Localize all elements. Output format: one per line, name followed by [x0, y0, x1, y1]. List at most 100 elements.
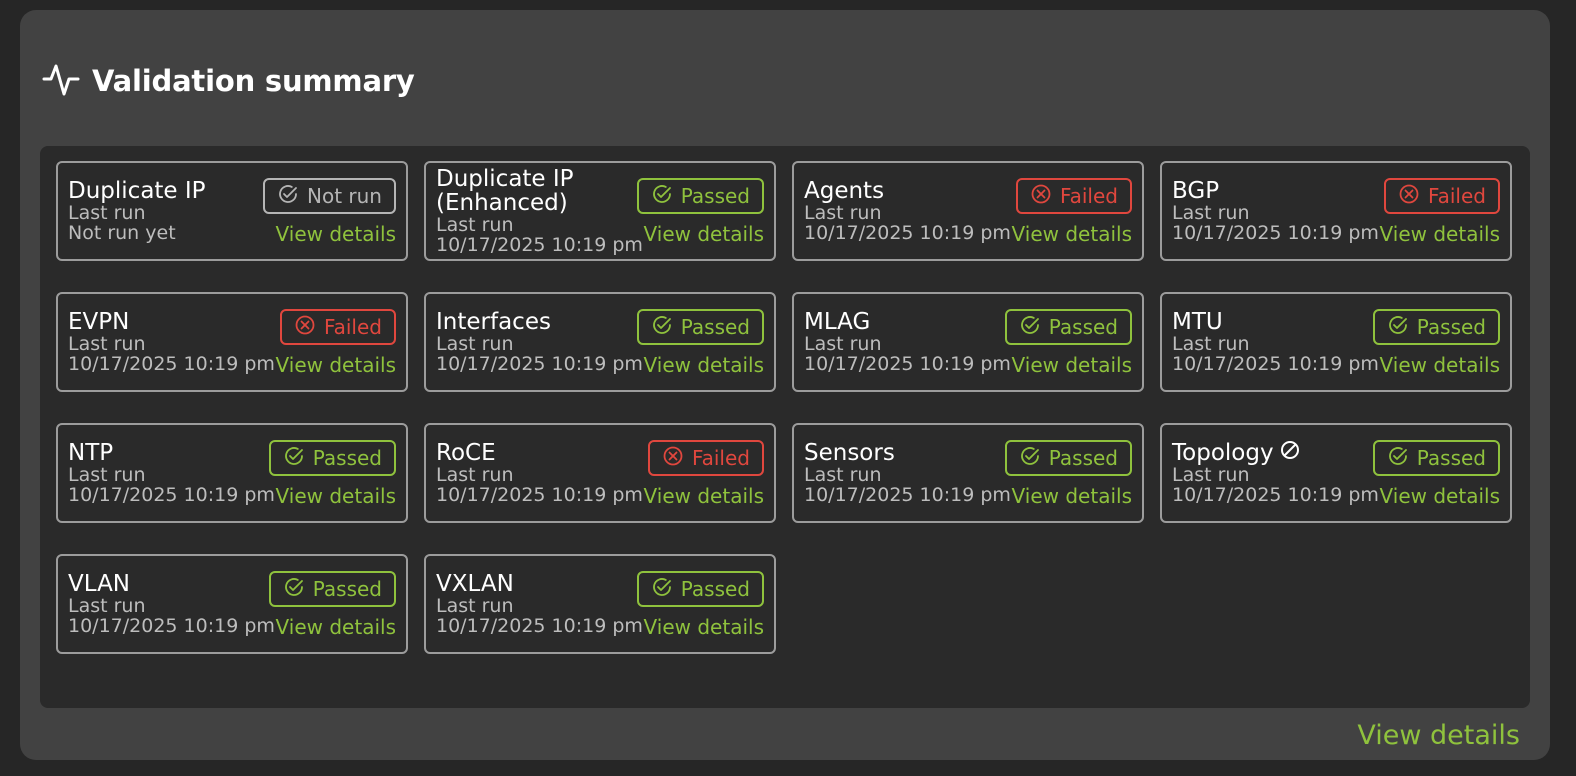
validation-name: EVPN: [68, 310, 268, 334]
validation-card-topology: Topology Last run 10/17/2025 10:19 pm Pa…: [1160, 423, 1512, 523]
last-run-time: 10/17/2025 10:19 pm: [436, 234, 643, 256]
last-run-time: 10/17/2025 10:19 pm: [68, 615, 275, 637]
check-circle-icon: [1387, 314, 1409, 341]
card-info: VXLAN Last run 10/17/2025 10:19 pm: [436, 572, 643, 636]
activity-icon: [42, 60, 80, 102]
last-run-label: Last run: [804, 202, 882, 224]
disabled-icon: [1280, 441, 1300, 465]
status-badge: Not run: [263, 178, 396, 214]
view-details-link[interactable]: View details: [276, 222, 396, 246]
card-actions: Failed View details: [1012, 178, 1132, 246]
validation-card-evpn: EVPN Last run 10/17/2025 10:19 pm Failed…: [56, 292, 408, 392]
view-details-link[interactable]: View details: [1012, 222, 1132, 246]
view-details-link[interactable]: View details: [276, 353, 396, 377]
check-circle-icon: [283, 576, 305, 603]
check-circle-icon: [1019, 314, 1041, 341]
status-badge: Passed: [636, 571, 764, 607]
status-text: Passed: [312, 577, 382, 601]
last-run-label: Last run: [1172, 202, 1250, 224]
panel-title: Validation summary: [92, 64, 415, 98]
check-circle-icon: [651, 183, 673, 210]
status-badge: Passed: [636, 309, 764, 345]
view-details-link[interactable]: View details: [1380, 353, 1500, 377]
card-actions: Passed View details: [636, 309, 764, 377]
status-text: Passed: [680, 315, 750, 339]
validation-name-text: BGP: [1172, 178, 1220, 204]
last-run-time: 10/17/2025 10:19 pm: [436, 353, 643, 375]
last-run-time: 10/17/2025 10:19 pm: [68, 353, 275, 375]
view-details-link[interactable]: View details: [644, 615, 764, 639]
status-text: Failed: [691, 446, 750, 470]
validation-name: RoCE: [436, 441, 636, 465]
validation-card-vxlan: VXLAN Last run 10/17/2025 10:19 pm Passe…: [424, 554, 776, 654]
card-actions: Not run View details: [263, 178, 396, 246]
last-run-label: Last run: [68, 595, 146, 617]
last-run-label: Last run: [68, 202, 146, 224]
last-run-time: 10/17/2025 10:19 pm: [436, 484, 643, 506]
view-details-link[interactable]: View details: [276, 615, 396, 639]
status-text: Not run: [307, 184, 382, 208]
check-circle-icon: [651, 314, 673, 341]
validation-name: MLAG: [804, 310, 1004, 334]
card-info: MTU Last run 10/17/2025 10:19 pm: [1172, 310, 1379, 375]
validation-name-text: EVPN: [68, 309, 130, 335]
card-actions: Passed View details: [636, 571, 764, 639]
validation-name: VLAN: [68, 572, 268, 596]
check-circle-icon: [1387, 445, 1409, 472]
view-details-link[interactable]: View details: [1380, 222, 1500, 246]
validation-name: VXLAN: [436, 572, 636, 596]
last-run-label: Last run: [68, 464, 146, 486]
card-actions: Passed View details: [1004, 309, 1132, 377]
validation-summary-panel: Validation summary Duplicate IP Last run…: [20, 10, 1550, 760]
view-details-link[interactable]: View details: [644, 222, 764, 246]
validation-name-text: VLAN: [68, 571, 131, 597]
check-circle-icon: [283, 445, 305, 472]
status-badge: Passed: [1004, 440, 1132, 476]
validation-name-text: VXLAN: [436, 571, 514, 597]
panel-header: Validation summary: [42, 60, 415, 102]
status-badge: Passed: [1372, 309, 1500, 345]
validation-name-text: RoCE: [436, 440, 496, 466]
status-text: Failed: [323, 315, 382, 339]
validation-card-duplicate-ip: Duplicate IP Last run Not run yet Not ru…: [56, 161, 408, 261]
validation-name-text: Agents: [804, 178, 885, 204]
x-circle-icon: [1030, 183, 1052, 210]
view-all-details-link[interactable]: View details: [1357, 720, 1520, 751]
view-details-link[interactable]: View details: [644, 484, 764, 508]
last-run-label: Last run: [1172, 464, 1250, 486]
view-details-link[interactable]: View details: [276, 484, 396, 508]
view-details-link[interactable]: View details: [1380, 484, 1500, 508]
check-circle-icon: [1019, 445, 1041, 472]
status-text: Passed: [1048, 446, 1118, 470]
view-details-link[interactable]: View details: [1012, 484, 1132, 508]
validation-card-mlag: MLAG Last run 10/17/2025 10:19 pm Passed…: [792, 292, 1144, 392]
check-circle-icon: [651, 576, 673, 603]
card-info: Interfaces Last run 10/17/2025 10:19 pm: [436, 309, 643, 375]
view-details-link[interactable]: View details: [1012, 353, 1132, 377]
validation-name: Duplicate IP: [68, 179, 206, 203]
status-text: Failed: [1059, 184, 1118, 208]
card-info: VLAN Last run 10/17/2025 10:19 pm: [68, 572, 275, 637]
card-info: Agents Last run 10/17/2025 10:19 pm: [804, 178, 1011, 244]
x-circle-icon: [1398, 183, 1420, 210]
status-badge: Passed: [268, 571, 396, 607]
view-details-link[interactable]: View details: [644, 353, 764, 377]
validation-name-text: Interfaces: [436, 309, 551, 335]
validation-card-sensors: Sensors Last run 10/17/2025 10:19 pm Pas…: [792, 423, 1144, 523]
validation-card-vlan: VLAN Last run 10/17/2025 10:19 pm Passed…: [56, 554, 408, 654]
last-run-time: 10/17/2025 10:19 pm: [804, 222, 1011, 244]
check-circle-icon: [277, 183, 299, 210]
card-info: Duplicate IP (Enhanced) Last run 10/17/2…: [436, 167, 643, 256]
x-circle-icon: [294, 314, 316, 341]
last-run-label: Last run: [804, 464, 882, 486]
last-run-label: Last run: [68, 333, 146, 355]
last-run-time: 10/17/2025 10:19 pm: [1172, 353, 1379, 375]
card-actions: Passed View details: [636, 178, 764, 246]
validation-card-agents: Agents Last run 10/17/2025 10:19 pm Fail…: [792, 161, 1144, 261]
validation-name-text: Duplicate IP: [68, 178, 206, 204]
validation-name: Sensors: [804, 441, 1004, 465]
last-run-label: Last run: [436, 214, 514, 236]
validation-card-duplicate-ip-enhanced: Duplicate IP (Enhanced) Last run 10/17/2…: [424, 161, 776, 261]
last-run-label: Last run: [804, 333, 882, 355]
card-info: NTP Last run 10/17/2025 10:19 pm: [68, 441, 275, 505]
